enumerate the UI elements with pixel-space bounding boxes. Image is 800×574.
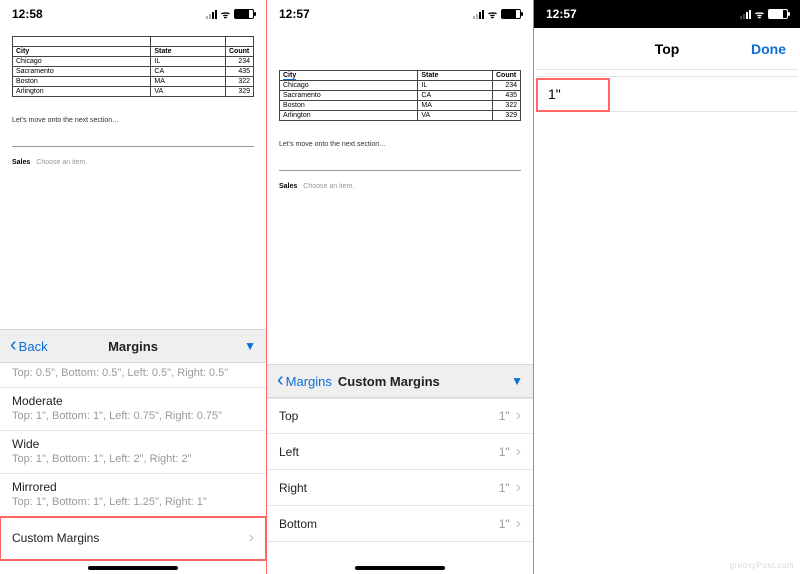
table-row: ArlingtonVA329 <box>13 87 254 97</box>
clock: 12:58 <box>12 7 43 21</box>
sheet-title: Custom Margins <box>338 374 511 389</box>
battery-icon <box>234 9 254 19</box>
table-row: SacramentoCA435 <box>280 91 521 101</box>
back-button[interactable]: Margins <box>277 374 332 389</box>
margins-sheet: Back Margins Top: 0.5", Bottom: 0.5", Le… <box>0 329 266 574</box>
table-row: ArlingtonVA329 <box>280 111 521 121</box>
chevron-left-icon <box>277 374 284 389</box>
collapse-icon[interactable] <box>244 339 256 353</box>
table-row: BostonMA322 <box>280 101 521 111</box>
collapse-icon[interactable] <box>511 374 523 388</box>
margin-row-right[interactable]: Right1" <box>267 470 533 506</box>
margin-row-left[interactable]: Left1" <box>267 434 533 470</box>
phone-custom-margins: 12:57 ᯤ City State Count ChicagoIL234 Sa… <box>267 0 534 574</box>
doc-paragraph: Let's move onto the next section… <box>279 141 521 148</box>
clock: 12:57 <box>279 7 310 21</box>
wifi-icon: ᯤ <box>221 7 230 21</box>
table-row: ChicagoIL234 <box>280 81 521 91</box>
sheet-header: Back Margins <box>0 329 266 363</box>
sheet-header: Margins Custom Margins <box>267 364 533 398</box>
divider <box>279 170 521 171</box>
custom-margins-sheet: Margins Custom Margins Top1" Left1" Righ… <box>267 364 533 574</box>
status-bar: 12:57 ᯤ <box>267 0 533 28</box>
home-indicator <box>355 566 445 570</box>
sheet-title: Margins <box>108 339 158 354</box>
chevron-right-icon <box>516 515 521 533</box>
home-indicator <box>88 566 178 570</box>
col-count: Count <box>493 71 521 81</box>
status-indicators: ᯤ <box>206 7 254 21</box>
col-city: City <box>280 71 418 81</box>
table-row: ChicagoIL234 <box>13 57 254 67</box>
wifi-icon: ᯤ <box>488 7 497 21</box>
data-table: City State Count ChicagoIL234 Sacramento… <box>12 36 254 97</box>
back-button[interactable]: Back <box>10 339 48 354</box>
table-row: SacramentoCA435 <box>13 67 254 77</box>
chevron-right-icon <box>516 407 521 425</box>
wifi-icon: ᯤ <box>755 7 764 21</box>
editor-titlebar: Top Done <box>536 28 798 70</box>
watermark: groovyPost.com <box>730 561 794 570</box>
sales-field: SalesChoose an item. <box>279 183 521 190</box>
data-table: City State Count ChicagoIL234 Sacramento… <box>279 70 521 121</box>
table-row: BostonMA322 <box>13 77 254 87</box>
status-bar: 12:58 ᯤ <box>0 0 266 28</box>
margin-option-mirrored[interactable]: Mirrored Top: 1", Bottom: 1", Left: 1.25… <box>0 474 266 517</box>
chevron-right-icon <box>516 443 521 461</box>
col-count: Count <box>226 47 254 57</box>
battery-icon <box>768 9 788 19</box>
col-state: State <box>151 47 226 57</box>
signal-icon <box>740 10 751 19</box>
col-city: City <box>13 47 151 57</box>
editor-title: Top <box>655 41 680 57</box>
status-bar: 12:57 ᯤ <box>534 0 800 28</box>
sales-field: SalesChoose an item. <box>12 159 254 166</box>
signal-icon <box>473 10 484 19</box>
margin-row-top[interactable]: Top1" <box>267 398 533 434</box>
margin-option-wide[interactable]: Wide Top: 1", Bottom: 1", Left: 2", Righ… <box>0 431 266 474</box>
document-preview: City State Count ChicagoIL234 Sacramento… <box>0 28 266 166</box>
done-button[interactable]: Done <box>751 41 786 57</box>
divider <box>12 146 254 147</box>
doc-paragraph: Let's move onto the next section… <box>12 117 254 124</box>
chevron-right-icon <box>249 529 254 547</box>
margin-option-custom[interactable]: Custom Margins <box>0 517 266 560</box>
document-preview: City State Count ChicagoIL234 Sacramento… <box>267 28 533 190</box>
highlight-box <box>536 78 610 112</box>
chevron-left-icon <box>10 339 17 354</box>
margin-option-narrow-partial[interactable]: Top: 0.5", Bottom: 0.5", Left: 0.5", Rig… <box>0 363 266 388</box>
signal-icon <box>206 10 217 19</box>
battery-icon <box>501 9 521 19</box>
margin-option-moderate[interactable]: Moderate Top: 1", Bottom: 1", Left: 0.75… <box>0 388 266 431</box>
chevron-right-icon <box>516 479 521 497</box>
phone-margins-list: 12:58 ᯤ City State Count ChicagoIL234 Sa… <box>0 0 267 574</box>
col-state: State <box>418 71 493 81</box>
clock: 12:57 <box>546 7 577 21</box>
status-indicators: ᯤ <box>740 7 788 21</box>
status-indicators: ᯤ <box>473 7 521 21</box>
phone-top-editor: 12:57 ᯤ Top Done 1" groovyPost.com <box>534 0 800 574</box>
margin-row-bottom[interactable]: Bottom1" <box>267 506 533 542</box>
